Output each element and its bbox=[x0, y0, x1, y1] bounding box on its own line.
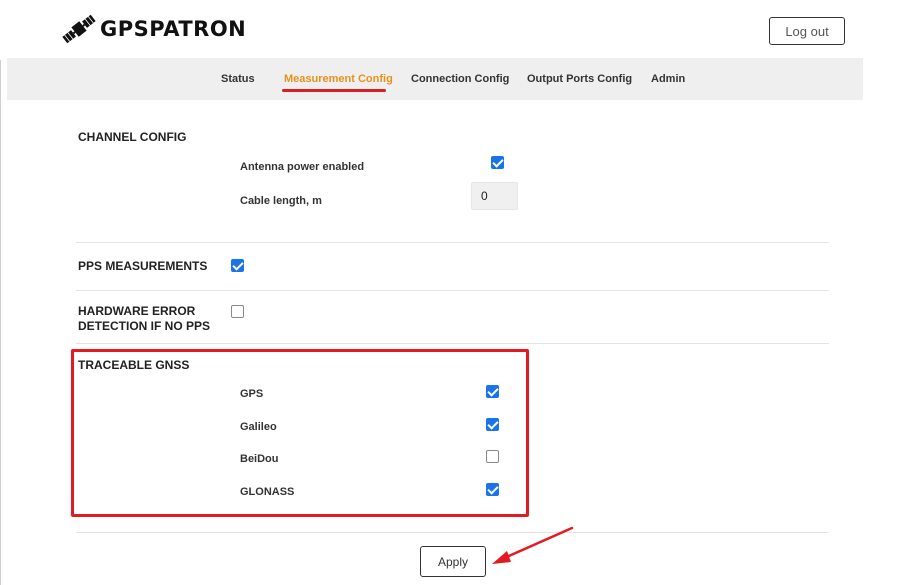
tab-output-ports-config[interactable]: Output Ports Config bbox=[527, 73, 632, 85]
brand-logo: GPSPATRON bbox=[60, 14, 246, 44]
section-divider bbox=[76, 532, 829, 533]
apply-button[interactable]: Apply bbox=[420, 546, 486, 577]
cable-length-label: Cable length, m bbox=[240, 195, 322, 207]
main-nav: Status Measurement Config Connection Con… bbox=[7, 58, 863, 100]
cable-length-input[interactable]: 0 bbox=[471, 182, 518, 210]
tab-measurement-config[interactable]: Measurement Config bbox=[284, 73, 393, 85]
section-title-channel-config: CHANNEL CONFIG bbox=[78, 130, 187, 144]
brand-name: GPSPATRON bbox=[100, 17, 247, 41]
section-divider bbox=[76, 242, 829, 243]
logout-button[interactable]: Log out bbox=[769, 17, 845, 45]
header: GPSPATRON Log out bbox=[0, 0, 901, 60]
section-divider bbox=[76, 290, 829, 291]
tab-status[interactable]: Status bbox=[221, 73, 255, 85]
active-tab-underline bbox=[282, 89, 386, 92]
section-title-pps-measurements: PPS MEASUREMENTS bbox=[78, 259, 208, 273]
pps-measurements-checkbox[interactable] bbox=[231, 259, 244, 272]
tab-admin[interactable]: Admin bbox=[651, 73, 685, 85]
hardware-error-title-line1: HARDWARE ERROR bbox=[78, 304, 196, 318]
satellite-icon bbox=[62, 14, 96, 44]
antenna-power-label: Antenna power enabled bbox=[240, 161, 365, 173]
antenna-power-checkbox[interactable] bbox=[491, 156, 504, 169]
annotation-arrow-icon bbox=[492, 526, 574, 564]
hardware-error-checkbox[interactable] bbox=[231, 305, 244, 318]
tab-connection-config[interactable]: Connection Config bbox=[411, 73, 509, 85]
annotation-highlight-box bbox=[71, 349, 529, 517]
section-title-hardware-error: HARDWARE ERROR DETECTION IF NO PPS bbox=[78, 304, 210, 334]
hardware-error-title-line2: DETECTION IF NO PPS bbox=[78, 319, 211, 333]
section-divider bbox=[76, 343, 829, 344]
